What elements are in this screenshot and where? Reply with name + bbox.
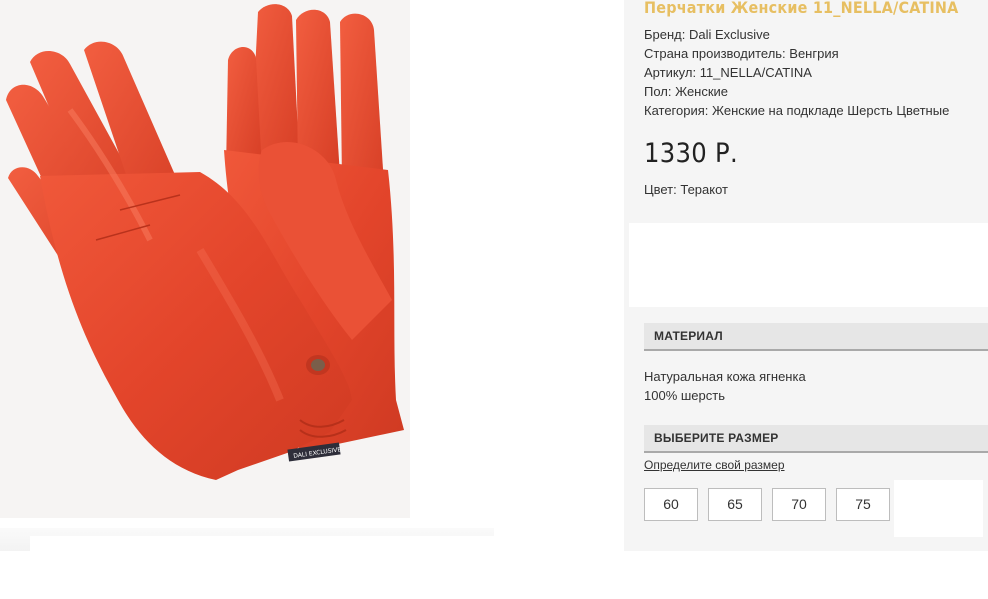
product-color: Цвет: Теракот — [644, 182, 728, 197]
attribute-brand: Бренд: Dali Exclusive — [644, 27, 770, 42]
material-heading: МАТЕРИАЛ — [644, 323, 988, 351]
product-price: 1330 Р. — [644, 138, 738, 169]
thumbnail-strip — [0, 528, 510, 551]
size-heading: ВЫБЕРИТЕ РАЗМЕР — [644, 425, 988, 453]
material-line: Натуральная кожа ягненка — [644, 369, 806, 384]
product-attributes: Бренд: Dali Exclusive Страна производите… — [644, 25, 949, 120]
size-option-75[interactable]: 75 — [836, 488, 890, 521]
product-info-panel: Перчатки Женские 11_NELLA/CATINA Бренд: … — [624, 0, 988, 551]
product-title: Перчатки Женские 11_NELLA/CATINA — [644, 0, 959, 17]
product-photo[interactable]: DALI EXCLUSIVE — [0, 0, 410, 518]
glove-pair-image: DALI EXCLUSIVE — [6, 4, 404, 480]
color-swatch-area — [629, 223, 988, 307]
attribute-category: Категория: Женские на подкладе Шерсть Цв… — [644, 103, 950, 118]
material-description: Натуральная кожа ягненка 100% шерсть — [644, 367, 806, 405]
size-option-65[interactable]: 65 — [708, 488, 762, 521]
attribute-article: Артикул: 11_NELLA/CATINA — [644, 65, 812, 80]
material-line: 100% шерсть — [644, 388, 725, 403]
attribute-country: Страна производитель: Венгрия — [644, 46, 839, 61]
size-guide-link[interactable]: Определите свой размер — [644, 458, 785, 472]
overlay-box — [894, 480, 983, 537]
product-image-area: DALI EXCLUSIVE — [0, 0, 624, 551]
attribute-gender: Пол: Женские — [644, 84, 729, 99]
size-option-60[interactable]: 60 — [644, 488, 698, 521]
size-option-70[interactable]: 70 — [772, 488, 826, 521]
